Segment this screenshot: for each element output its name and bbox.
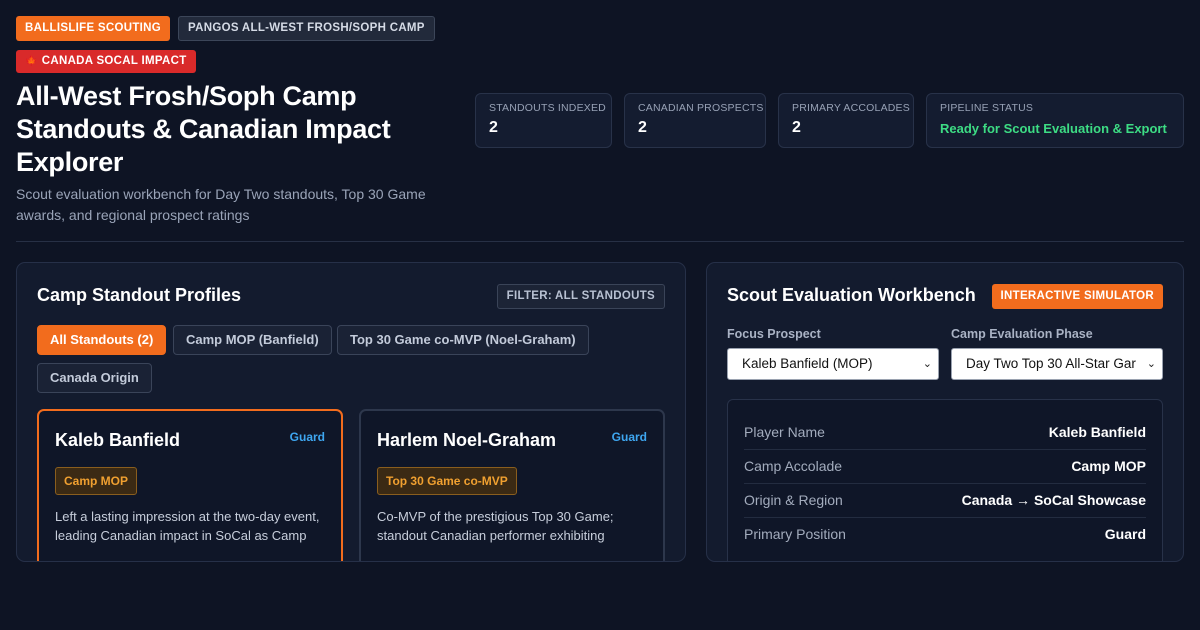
player-name: Harlem Noel-Graham [377, 430, 557, 450]
evaluation-phase-value: Day Two Top 30 All-Star Gar [966, 356, 1136, 371]
stat-canadian-prospects: CANADIAN PROSPECTS 2 [624, 93, 766, 148]
stat-label: PIPELINE STATUS [940, 102, 1034, 114]
detail-row-position: Primary Position Guard [744, 518, 1146, 552]
focus-prospect-value: Kaleb Banfield (MOP) [742, 356, 873, 371]
stat-label: STANDOUTS INDEXED [489, 102, 606, 114]
stat-label: PRIMARY ACCOLADES [792, 102, 910, 114]
stat-value: 2 [638, 119, 647, 136]
stat-value: 2 [792, 119, 801, 136]
filter-all-standouts[interactable]: All Standouts (2) [37, 325, 167, 355]
award-badge: Camp MOP [55, 467, 138, 495]
header-divider [16, 241, 1184, 242]
page-subtitle: Scout evaluation workbench for Day Two s… [16, 186, 426, 223]
maple-leaf-icon: 🍁 [25, 56, 38, 67]
player-position: Guard [289, 430, 325, 444]
evaluation-phase-label: Camp Evaluation Phase [951, 327, 1093, 341]
stat-pipeline-status: PIPELINE STATUS Ready for Scout Evaluati… [926, 93, 1184, 148]
detail-value: Guard [1104, 526, 1146, 542]
player-name: Kaleb Banfield [55, 430, 181, 450]
player-description: Co-MVP of the prestigious Top 30 Game; s… [377, 509, 614, 543]
stat-value: 2 [489, 119, 498, 136]
stat-standouts-indexed: STANDOUTS INDEXED 2 [475, 93, 612, 148]
brand-badge: BALLISLIFE SCOUTING [16, 16, 171, 41]
filter-canada-origin[interactable]: Canada Origin [37, 363, 152, 393]
impact-badge-label: CANADA SOCAL IMPACT [41, 55, 187, 67]
stat-label: CANADIAN PROSPECTS [638, 102, 764, 114]
player-position: Guard [611, 430, 647, 444]
detail-value: Camp MOP [1071, 458, 1146, 474]
detail-row-accolade: Camp Accolade Camp MOP [744, 450, 1146, 484]
player-description: Left a lasting impression at the two-day… [55, 509, 320, 543]
scout-workbench-panel: Scout Evaluation Workbench INTERACTIVE S… [706, 262, 1184, 562]
detail-row-origin: Origin & Region Canada → SoCal Showcase [744, 484, 1146, 518]
filter-camp-mop[interactable]: Camp MOP (Banfield) [173, 325, 332, 355]
detail-value: Kaleb Banfield [1048, 424, 1146, 440]
impact-badge: 🍁 CANADA SOCAL IMPACT [16, 50, 196, 73]
detail-row-player-name: Player Name Kaleb Banfield [744, 416, 1146, 450]
panel-title: Scout Evaluation Workbench [727, 285, 976, 305]
profile-card-banfield[interactable]: Kaleb Banfield Guard Camp MOP Left a las… [37, 409, 343, 561]
detail-key: Player Name [744, 424, 825, 440]
prospect-detail-box: Player Name Kaleb Banfield Camp Accolade… [727, 399, 1163, 561]
pipeline-status-value: Ready for Scout Evaluation & Export [940, 121, 1167, 136]
filter-status-tag: FILTER: ALL STANDOUTS [496, 284, 665, 309]
detail-key: Primary Position [744, 526, 846, 542]
focus-prospect-select[interactable]: Kaleb Banfield (MOP) ⌄ [727, 348, 939, 380]
chevron-down-icon: ⌄ [1146, 358, 1156, 370]
interactive-simulator-tag: INTERACTIVE SIMULATOR [991, 284, 1163, 309]
award-badge: Top 30 Game co-MVP [377, 467, 517, 495]
chevron-down-icon: ⌄ [922, 358, 932, 370]
event-badge: PANGOS ALL-WEST FROSH/SOPH CAMP [178, 16, 435, 41]
detail-value: Canada → SoCal Showcase [961, 492, 1146, 508]
panel-title: Camp Standout Profiles [37, 285, 242, 305]
stat-primary-accolades: PRIMARY ACCOLADES 2 [778, 93, 914, 148]
focus-prospect-label: Focus Prospect [727, 327, 821, 341]
evaluation-phase-select[interactable]: Day Two Top 30 All-Star Gar ⌄ [951, 348, 1163, 380]
profile-card-noel-graham[interactable]: Harlem Noel-Graham Guard Top 30 Game co-… [359, 409, 665, 561]
detail-key: Camp Accolade [744, 458, 843, 474]
page-title: All-West Frosh/Soph Camp Standouts & Can… [16, 81, 391, 177]
detail-key: Origin & Region [744, 492, 843, 508]
header-badges: BALLISLIFE SCOUTING PANGOS ALL-WEST FROS… [16, 16, 435, 41]
impact-badge-row: 🍁 CANADA SOCAL IMPACT [16, 50, 196, 73]
filter-top30-comvp[interactable]: Top 30 Game co-MVP (Noel-Graham) [337, 325, 589, 355]
standout-profiles-panel: Camp Standout Profiles FILTER: ALL STAND… [16, 262, 686, 562]
